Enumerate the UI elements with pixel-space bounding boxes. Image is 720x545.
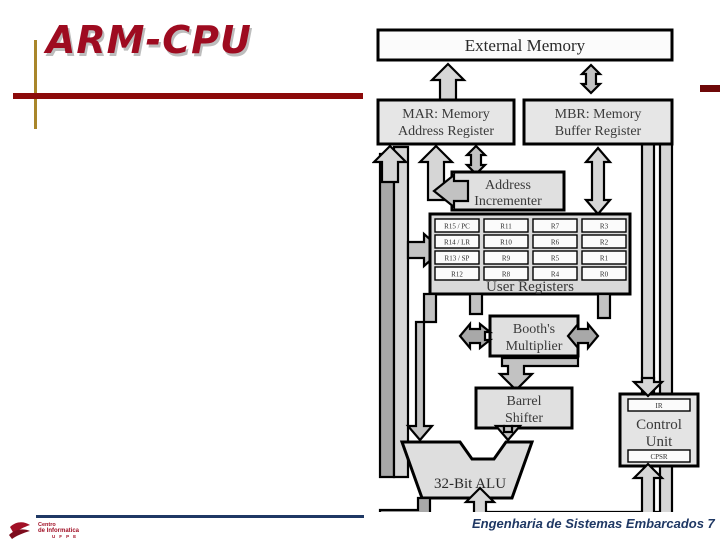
register-cell: R7	[551, 223, 560, 231]
barrel-label-line1: Barrel	[507, 394, 542, 409]
control-unit-label-line1: Control	[636, 417, 682, 433]
title-horizontal-rule	[13, 93, 363, 99]
institution-logo: Centro de Informatica U F P E	[8, 518, 88, 540]
mbr-label-line1: MBR: Memory	[555, 107, 642, 122]
mar-label-line1: MAR: Memory	[402, 107, 490, 122]
bus-right-rail-a	[640, 140, 656, 396]
register-cell: R3	[600, 223, 609, 231]
booths-label-line1: Booth's	[513, 322, 555, 337]
register-cell: R10	[500, 239, 512, 247]
title-vertical-rule	[34, 40, 37, 129]
register-cell: R9	[502, 255, 511, 263]
footer-text: Engenharia de Sistemas Embarcados 7	[472, 516, 715, 531]
arrow-mbr-registers-bidirectional	[583, 146, 613, 216]
user-registers-label: User Registers	[486, 279, 574, 295]
arrow-memory-mbr-bidirectional	[579, 63, 603, 95]
control-unit-label-line2: Unit	[646, 434, 674, 450]
register-cell: R4	[551, 271, 560, 279]
block-external-memory: External Memory	[376, 28, 674, 62]
register-cell: R1	[600, 255, 609, 263]
block-alu: 32-Bit ALU	[399, 440, 535, 500]
block-barrel-shifter: Barrel Shifter	[474, 386, 574, 430]
arrow-booths-left-bidirectional	[458, 320, 494, 352]
arrow-mar-to-memory	[429, 62, 467, 102]
bus-registers-to-alu	[422, 292, 438, 324]
block-mbr: MBR: Memory Buffer Register	[522, 98, 674, 146]
mar-label-line2: Address Register	[398, 124, 494, 139]
bus-left-rail	[378, 152, 396, 479]
bus-registers-right-down	[596, 292, 612, 320]
arrow-into-barrel-shifter	[497, 356, 580, 392]
block-booths-multiplier: Booth's Multiplier	[488, 314, 580, 358]
register-cell: R5	[551, 255, 560, 263]
register-cell: R6	[551, 239, 560, 247]
logo-line3: U F P E	[52, 534, 77, 539]
cpsr-register-label: CPSR	[650, 453, 667, 461]
register-cell: R15 / PC	[444, 223, 470, 231]
address-incrementer-label-line1: Address	[485, 178, 531, 193]
bus-mar-address-rail	[392, 145, 410, 479]
register-cell: R2	[600, 239, 609, 247]
arrow-into-alu-left	[405, 320, 435, 442]
arrow-into-cpsr	[631, 462, 665, 512]
register-cell: R14 / LR	[444, 239, 470, 247]
arm-cpu-block-diagram: .bx { stroke:#000; stroke-width:3; } .bx…	[372, 22, 712, 512]
bus-alu-output	[378, 496, 432, 512]
bus-registers-to-booths	[468, 292, 484, 316]
block-mar: MAR: Memory Address Register	[376, 98, 516, 146]
booths-label-line2: Multiplier	[506, 339, 563, 354]
external-memory-label: External Memory	[465, 36, 586, 55]
register-cell: R0	[600, 271, 609, 279]
slide-canvas: ARM-CPU .bx { stroke:#000; stroke-width:…	[0, 0, 720, 540]
page-title: ARM-CPU	[46, 18, 252, 62]
register-cell: R8	[502, 271, 511, 279]
register-cell: R13 / SP	[445, 255, 470, 263]
ir-register-label: IR	[656, 402, 663, 410]
bus-right-rail-b	[658, 140, 674, 396]
address-incrementer-label-line2: Incrementer	[474, 194, 542, 209]
block-user-registers: R15 / PC R14 / LR R13 / SP R12 R11 R10 R…	[428, 212, 632, 296]
block-control-unit: IR Control Unit CPSR	[618, 392, 700, 468]
mbr-label-line2: Buffer Register	[555, 124, 642, 139]
register-cell: R12	[451, 271, 463, 279]
barrel-label-line2: Shifter	[505, 411, 543, 426]
register-cell: R11	[500, 223, 512, 231]
arrow-mar-incrementer-bidirectional	[464, 144, 488, 176]
alu-label: 32-Bit ALU	[434, 476, 506, 492]
